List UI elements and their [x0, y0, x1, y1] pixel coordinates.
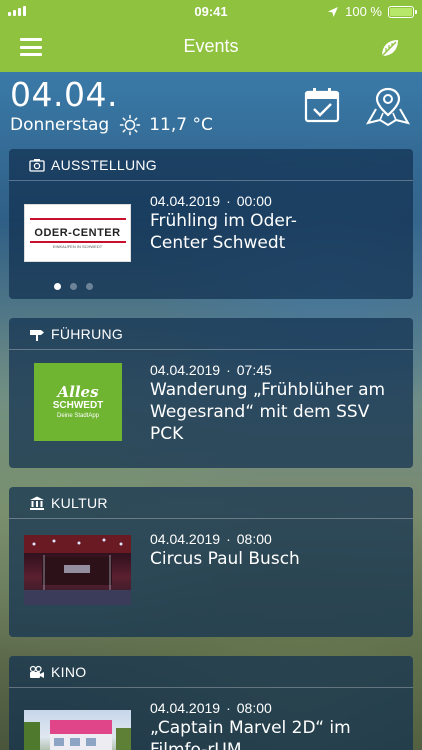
temperature: 11,7 °C [149, 115, 213, 135]
event-date: 04.04.2019 [150, 193, 221, 209]
weekday: Donnerstag [10, 115, 110, 135]
event-logo-text: ODER-CENTER [34, 226, 121, 239]
event-logo-text-2: SCHWEDT [52, 400, 104, 411]
battery-icon [388, 5, 417, 18]
event-image: Alles SCHWEDT Deine StadtApp [34, 363, 122, 441]
event-date: 04.04.2019 [150, 362, 221, 378]
pager-dot[interactable] [86, 283, 93, 290]
event-card[interactable]: KULTUR 04.04.2019 · 08:00 Circus Paul Busc… [9, 487, 413, 637]
image-pager[interactable] [54, 283, 93, 290]
page-title: Events [183, 36, 239, 56]
date-weather-panel: 04.04. Donnerstag 11,7 °C [10, 78, 213, 136]
event-title: Wanderung „Frühblüher am Wegesrand“ mit … [150, 380, 386, 444]
event-card[interactable]: AUSSTELLUNG ODER-CENTER EINKAUFEN IN SCH… [9, 149, 413, 299]
leaf-icon [381, 40, 398, 57]
event-time: 07:45 [236, 362, 272, 378]
calendar-check-icon [304, 88, 340, 123]
category-label: KINO [51, 663, 87, 680]
event-datetime: 04.04.2019 · 07:45 [150, 362, 272, 378]
event-title: „Captain Marvel 2D“ im Filmfo-rUM [150, 718, 351, 750]
event-title: Circus Paul Busch [150, 549, 300, 569]
circus-photo [24, 535, 131, 605]
event-image: ODER-CENTER EINKAUFEN IN SCHWEDT [24, 204, 131, 262]
category-label: KULTUR [51, 494, 108, 511]
category-header: KINO [9, 656, 413, 688]
theme-button[interactable] [378, 36, 402, 60]
category-header: FÜHRUNG [9, 318, 413, 350]
event-title: Frühling im Oder-Center Schwedt [150, 211, 297, 253]
event-logo-text: Alles [57, 383, 99, 401]
navigation-bar: Events [0, 28, 422, 68]
event-logo-subtitle: Deine StadtApp [56, 413, 100, 419]
category-header: AUSSTELLUNG [9, 149, 413, 181]
status-bar: 09:41 100 % [0, 0, 422, 22]
sun-icon [119, 114, 141, 136]
film-camera-icon [29, 665, 44, 678]
event-datetime: 04.04.2019 · 08:00 [150, 700, 272, 716]
camera-icon [29, 158, 45, 172]
category-label: FÜHRUNG [51, 325, 124, 342]
event-logo-subtitle: EINKAUFEN IN SCHWEDT [52, 243, 103, 249]
event-image [24, 710, 131, 750]
map-button[interactable] [365, 87, 411, 127]
app-header: 09:41 100 % Events [0, 0, 422, 72]
location-arrow-icon [328, 6, 339, 17]
battery-percent: 100 % [345, 4, 382, 19]
event-time: 08:00 [236, 700, 272, 716]
signpost-icon [30, 329, 44, 341]
event-image [24, 535, 131, 605]
event-time: 08:00 [236, 531, 272, 547]
museum-icon [30, 496, 44, 510]
current-date: 04.04. [10, 75, 118, 114]
event-card[interactable]: FÜHRUNG Alles SCHWEDT Deine StadtApp 04.… [9, 318, 413, 468]
event-time: 00:00 [236, 193, 272, 209]
category-header: KULTUR [9, 487, 413, 519]
event-card[interactable]: KINO 04.04.2019 · 08:00 „Captain Marvel 2D… [9, 656, 413, 750]
category-label: AUSSTELLUNG [51, 156, 157, 173]
calendar-button[interactable] [304, 87, 340, 123]
event-date: 04.04.2019 [150, 700, 221, 716]
event-datetime: 04.04.2019 · 00:00 [150, 193, 272, 209]
event-datetime: 04.04.2019 · 08:00 [150, 531, 272, 547]
map-pin-icon [365, 87, 411, 127]
pager-dot[interactable] [70, 283, 77, 290]
cinema-photo [24, 720, 131, 750]
event-date: 04.04.2019 [150, 531, 221, 547]
pager-dot[interactable] [54, 283, 61, 290]
